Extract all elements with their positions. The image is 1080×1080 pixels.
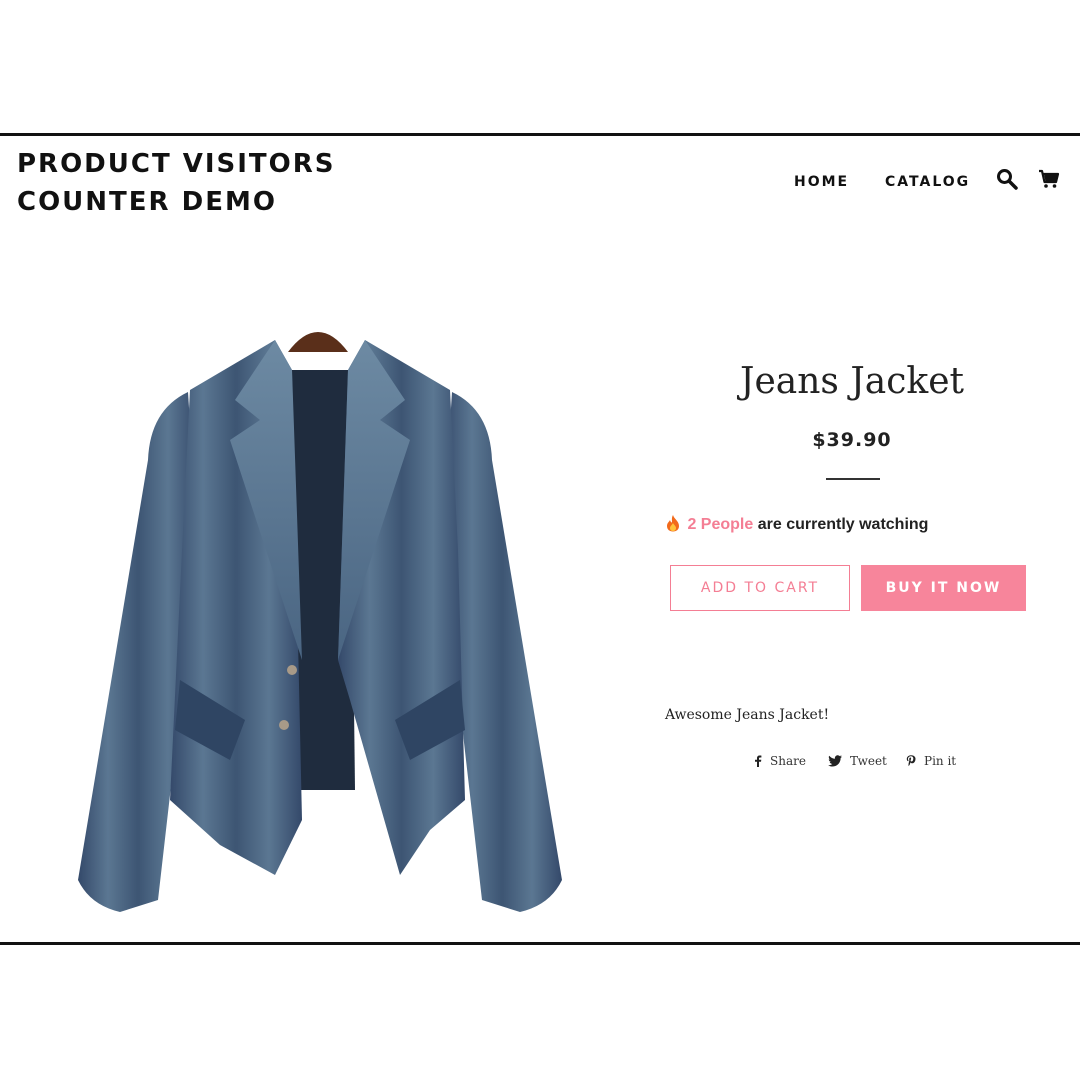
visitor-suffix: are currently watching	[757, 516, 929, 533]
visitors-counter: 2 People are currently watching	[665, 514, 928, 537]
site-title[interactable]: PRODUCT VISITORS COUNTER DEMO	[17, 145, 377, 221]
share-twitter-label: Tweet	[850, 754, 887, 768]
twitter-icon	[828, 755, 842, 767]
product-image[interactable]	[70, 300, 570, 930]
site-title-line2: COUNTER DEMO	[17, 187, 277, 217]
nav-home[interactable]: HOME	[794, 174, 849, 190]
buy-it-now-button[interactable]: BUY IT NOW	[861, 565, 1026, 611]
search-icon[interactable]	[996, 168, 1020, 192]
price-divider	[826, 478, 880, 480]
product-description: Awesome Jeans Jacket!	[665, 707, 830, 723]
fire-icon	[665, 514, 683, 537]
share-pinterest-label: Pin it	[924, 754, 957, 768]
visitor-count: 2 People	[687, 516, 754, 533]
facebook-icon	[755, 755, 762, 767]
product-title: Jeans Jacket	[740, 361, 964, 402]
share-facebook-label: Share	[770, 754, 806, 768]
add-to-cart-button[interactable]: ADD TO CART	[670, 565, 850, 611]
content-bottom-border	[0, 942, 1080, 945]
product-price: $39.90	[812, 429, 892, 451]
share-facebook-link[interactable]: Share	[754, 754, 806, 768]
header-top-border	[0, 133, 1080, 136]
site-title-line1: PRODUCT VISITORS	[17, 149, 336, 179]
pinterest-icon	[906, 755, 916, 767]
cart-icon[interactable]	[1038, 168, 1062, 192]
share-pinterest-link[interactable]: Pin it	[906, 754, 956, 768]
nav-catalog[interactable]: CATALOG	[885, 174, 970, 190]
share-twitter-link[interactable]: Tweet	[828, 754, 887, 768]
